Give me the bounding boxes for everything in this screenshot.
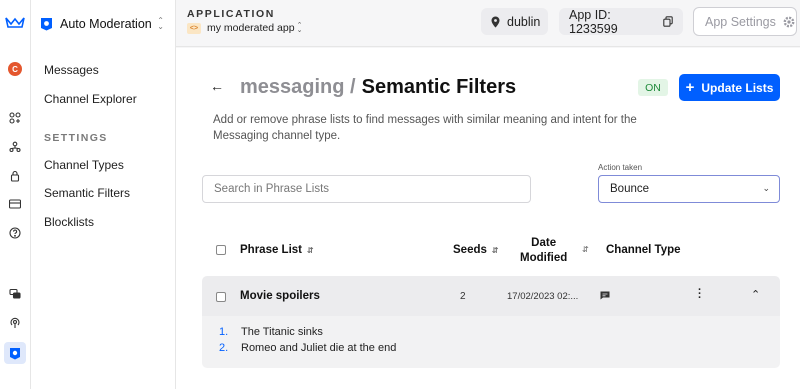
column-channel-type: Channel Type: [606, 244, 681, 256]
column-date-modified[interactable]: Date Modified: [520, 236, 567, 266]
row-expanded-details: 1. The Titanic sinks 2. Romeo and Juliet…: [202, 316, 780, 368]
app-name: Auto Moderation: [60, 17, 152, 31]
messaging-channel-icon: [600, 291, 610, 300]
content: ← messaging / Semantic Filters ON + Upda…: [176, 48, 800, 389]
moderation-icon[interactable]: [4, 342, 26, 364]
column-seeds[interactable]: Seeds ⇵: [453, 244, 499, 256]
stream-logo-icon[interactable]: [5, 14, 25, 30]
help-icon[interactable]: [7, 225, 23, 241]
table-row: Movie spoilers 2 17/02/2023 02:... · · · ⌃: [202, 276, 780, 316]
action-taken-label: Action taken: [598, 163, 643, 172]
dashboard-icon[interactable]: [7, 110, 23, 126]
chevron-updown-icon: ⌃ ⌄: [296, 22, 303, 34]
list-item: 1. The Titanic sinks: [219, 326, 323, 338]
row-name[interactable]: Movie spoilers: [240, 290, 320, 302]
broadcast-icon[interactable]: [7, 315, 23, 331]
sidebar-item-messages[interactable]: Messages: [44, 63, 99, 77]
sidebar-item-channel-explorer[interactable]: Channel Explorer: [44, 92, 137, 106]
code-icon: <>: [187, 22, 201, 34]
status-badge: ON: [638, 79, 668, 96]
more-options-icon[interactable]: · · ·: [698, 285, 702, 304]
gear-icon: [783, 16, 795, 28]
search-placeholder: Search in Phrase Lists: [214, 183, 330, 195]
sidebar-item-channel-types[interactable]: Channel Types: [44, 158, 124, 172]
select-all-checkbox[interactable]: [216, 245, 226, 255]
region-button[interactable]: dublin: [481, 8, 548, 35]
table-header: Phrase List ⇵ Seeds ⇵ Date Modified ⇵ Chan…: [202, 228, 780, 268]
app-switcher[interactable]: <> my moderated app ⌃ ⌄: [187, 22, 302, 34]
chat-icon[interactable]: [7, 286, 23, 302]
app-id-button[interactable]: App ID: 1233599: [559, 7, 683, 36]
update-lists-label: Update Lists: [701, 80, 774, 95]
page-title-row: messaging / Semantic Filters: [240, 76, 516, 99]
chevron-down-icon: ⌄: [762, 183, 770, 193]
list-item: 2. Romeo and Juliet die at the end: [219, 342, 397, 354]
sort-icon: ⇵: [491, 246, 499, 255]
row-checkbox[interactable]: [216, 292, 226, 302]
location-pin-icon: [491, 16, 500, 28]
region-label: dublin: [507, 14, 541, 29]
back-arrow-icon[interactable]: ←: [210, 78, 224, 94]
action-taken-value: Bounce: [610, 183, 650, 195]
update-lists-button[interactable]: + Update Lists: [679, 74, 780, 101]
chevron-updown-icon: ⌃ ⌄: [157, 16, 164, 31]
plus-icon: +: [685, 79, 695, 96]
copy-icon[interactable]: [663, 16, 673, 27]
collapse-chevron-icon[interactable]: ⌃: [751, 288, 760, 301]
avatar-letter: C: [8, 62, 22, 76]
page-title: Semantic Filters: [361, 76, 517, 98]
settings-section-title: SETTINGS: [44, 132, 108, 144]
app-settings-label: App Settings: [705, 14, 776, 29]
sort-icon: ⇵: [307, 246, 314, 255]
lock-icon[interactable]: [7, 168, 23, 184]
app-name-select: my moderated app: [207, 22, 295, 34]
row-date: 17/02/2023 02:...: [507, 291, 579, 302]
billing-card-icon[interactable]: [7, 196, 23, 212]
action-taken-select[interactable]: Bounce ⌄: [598, 175, 780, 203]
search-input[interactable]: Search in Phrase Lists: [202, 175, 531, 203]
breadcrumb[interactable]: messaging /: [240, 76, 356, 99]
icon-rail: C: [0, 0, 31, 389]
top-bar: APPLICATION <> my moderated app ⌃ ⌄ dubli…: [176, 0, 800, 47]
app-id-label: App ID: 1233599: [569, 7, 618, 36]
moderation-logo-icon: [40, 17, 53, 31]
application-label: APPLICATION: [187, 8, 275, 20]
sidebar-item-semantic-filters[interactable]: Semantic Filters: [44, 186, 130, 200]
main-area: APPLICATION <> my moderated app ⌃ ⌄ dubli…: [176, 0, 800, 389]
page-description: Add or remove phrase lists to find messa…: [213, 114, 637, 142]
app-settings-button[interactable]: App Settings: [693, 7, 797, 36]
avatar[interactable]: C: [7, 61, 23, 77]
row-seeds: 2: [460, 291, 466, 302]
column-phrase-list[interactable]: Phrase List ⇵: [240, 244, 314, 256]
sidebar-header[interactable]: Auto Moderation ⌃ ⌄: [40, 14, 168, 34]
users-icon[interactable]: [7, 139, 23, 155]
sort-icon[interactable]: ⇵: [582, 245, 589, 254]
sidebar-item-blocklists[interactable]: Blocklists: [44, 215, 94, 229]
sidebar: Auto Moderation ⌃ ⌄ Messages Channel Expl…: [31, 0, 176, 389]
